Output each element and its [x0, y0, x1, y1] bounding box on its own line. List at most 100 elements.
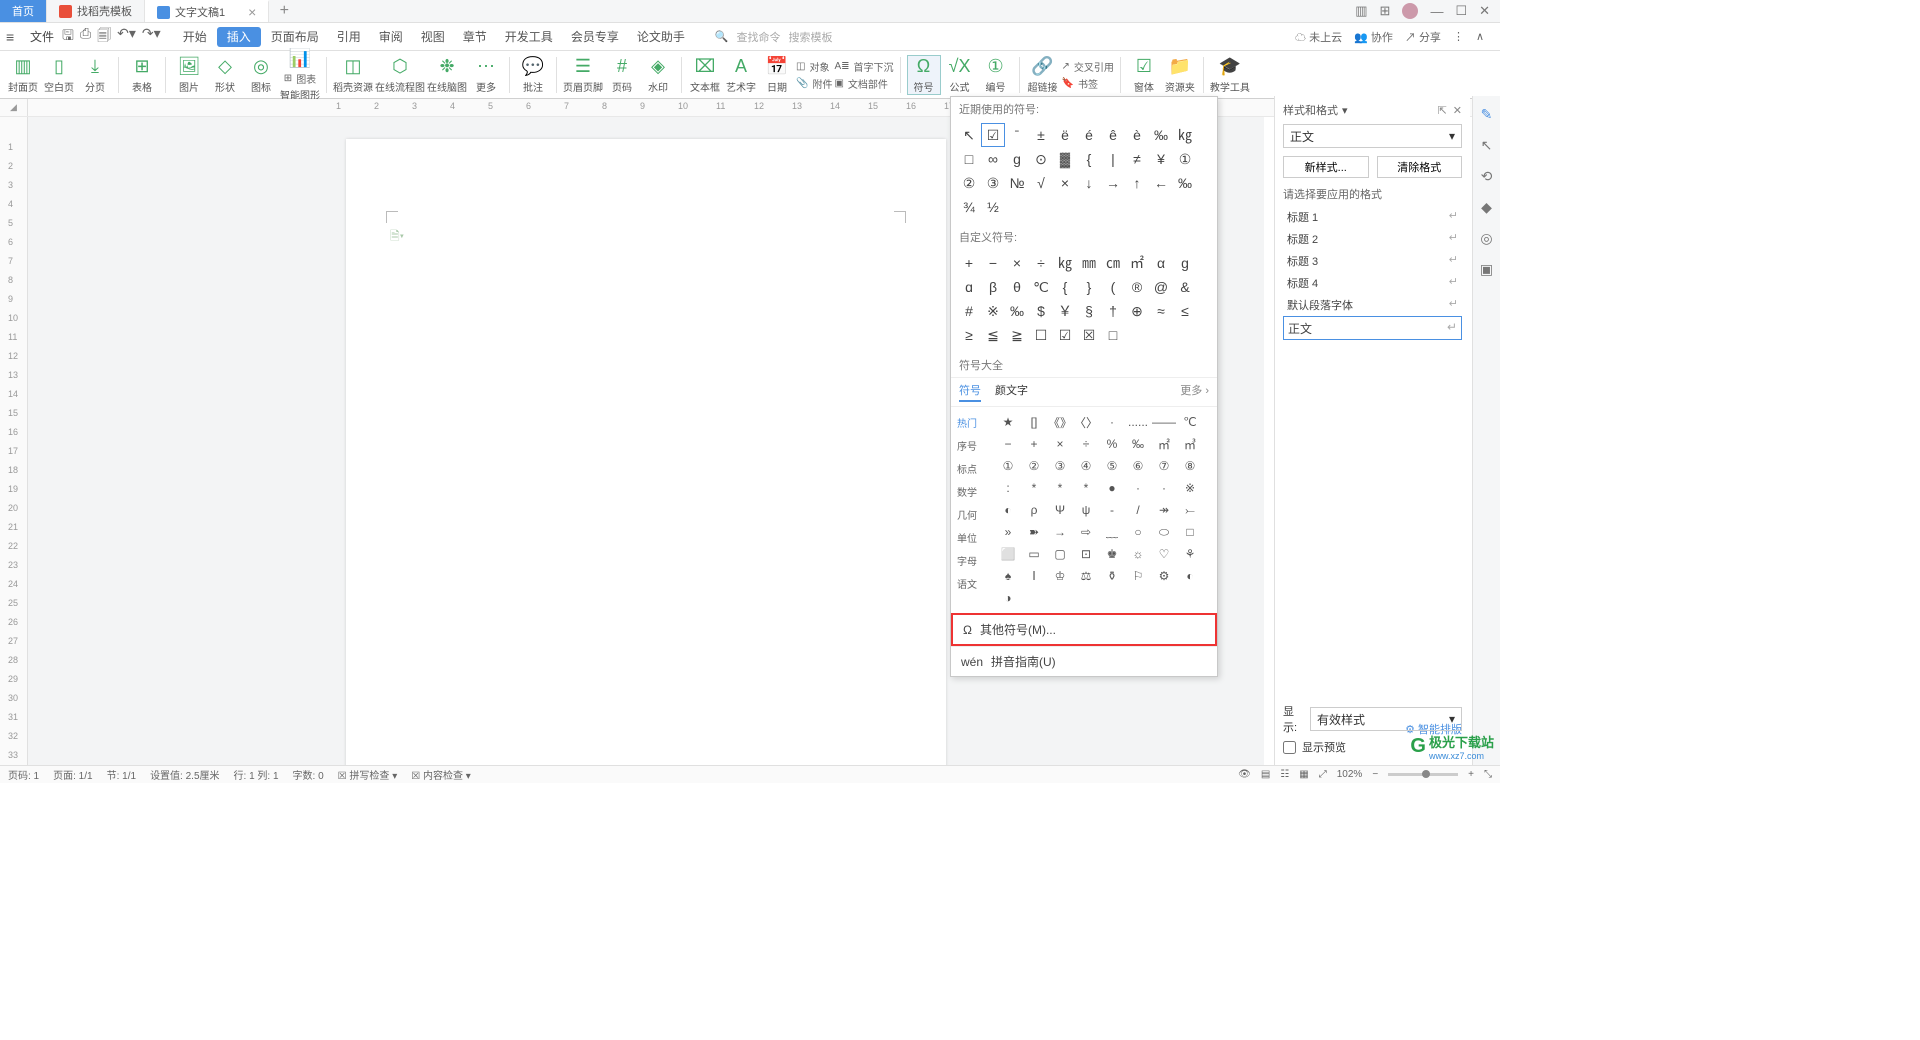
symbol-cell[interactable]: θ [1005, 275, 1029, 299]
symbol-cell[interactable]: ÷ [1029, 251, 1053, 275]
save-icon[interactable]: 🖫 [62, 25, 74, 49]
symbol-cell[interactable]: } [1077, 275, 1101, 299]
symbol-cell[interactable]: è [1125, 123, 1149, 147]
symbol-cell[interactable]: ɡ [1005, 147, 1029, 171]
rb-headerfooter[interactable]: ☰页眉页脚 [563, 56, 603, 94]
symbol-cell[interactable]: ℃ [1177, 411, 1203, 433]
symbol-cell[interactable]: ※ [1177, 477, 1203, 499]
tab-templates[interactable]: 找稻壳模板 [47, 0, 145, 22]
symbol-cell[interactable]: % [1099, 433, 1125, 455]
symbol-cell[interactable]: ψ [1073, 499, 1099, 521]
symbol-cell[interactable]: → [1047, 521, 1073, 543]
grid-icon[interactable]: ⊞ [1380, 3, 1391, 19]
symbol-cell[interactable]: − [981, 251, 1005, 275]
symbol-cell[interactable]: ⑤ [1099, 455, 1125, 477]
maximize-icon[interactable]: ☐ [1455, 3, 1467, 19]
rb-pagenum[interactable]: #页码 [605, 56, 639, 94]
rb-docparts[interactable]: A≣ 首字下沉▣ 文档部件 [834, 59, 893, 91]
rb-image[interactable]: 🖼图片 [172, 56, 206, 94]
search-template[interactable]: 搜索模板 [789, 29, 833, 45]
avatar-icon[interactable] [1402, 3, 1418, 19]
symbol-cell[interactable]: | [1101, 147, 1125, 171]
symbol-cell[interactable]: ★ [995, 411, 1021, 433]
symbol-cell[interactable]: ㎡ [1125, 251, 1149, 275]
symbol-cell[interactable]: ⚙ [1151, 565, 1177, 587]
menutab-layout[interactable]: 页面布局 [263, 23, 327, 51]
rb-hyperlink[interactable]: 🔗超链接 [1026, 56, 1060, 94]
symbol-cell[interactable]: ⑧ [1177, 455, 1203, 477]
style-list-item[interactable]: 标题 4↵ [1283, 272, 1462, 294]
rb-watermark[interactable]: ◈水印 [641, 56, 675, 94]
symbol-cell[interactable]: · [1099, 411, 1125, 433]
menutab-view[interactable]: 视图 [413, 23, 453, 51]
show-preview-checkbox[interactable] [1283, 741, 1296, 754]
symbol-category[interactable]: 单位 [951, 526, 991, 549]
symbol-cell[interactable]: ≦ [981, 323, 1005, 347]
symbol-cell[interactable]: ① [1173, 147, 1197, 171]
file-menu[interactable]: 文件 [30, 28, 54, 45]
rb-icon[interactable]: ◎图标 [244, 56, 278, 94]
symbol-cell[interactable]: · [1151, 477, 1177, 499]
symbol-cell[interactable]: ↖ [957, 123, 981, 147]
rb-teaching[interactable]: 🎓教学工具 [1210, 56, 1250, 94]
symbol-cell[interactable]: 《》 [1047, 411, 1073, 433]
rb-resources[interactable]: 📁资源夹 [1163, 56, 1197, 94]
symbol-cell[interactable]: □ [1177, 521, 1203, 543]
symbol-cell[interactable]: [] [1021, 411, 1047, 433]
symbol-cell[interactable]: ☐ [1029, 323, 1053, 347]
status-pos[interactable]: 设置值: 2.5厘米 [150, 767, 219, 782]
rb-blank[interactable]: ▯空白页 [42, 56, 76, 94]
other-symbols-menuitem[interactable]: Ω其他符号(M)... [951, 613, 1217, 646]
zoom-in-icon[interactable]: + [1468, 769, 1474, 780]
symbol-category[interactable]: 标点 [951, 457, 991, 480]
symbol-cell[interactable]: □ [1101, 323, 1125, 347]
symbol-cell[interactable]: ① [995, 455, 1021, 477]
symbol-cell[interactable]: ▓ [1053, 147, 1077, 171]
symbol-cell[interactable]: ≠ [1125, 147, 1149, 171]
search-command[interactable]: 查找命令 [737, 29, 781, 45]
menutab-vip[interactable]: 会员专享 [563, 23, 627, 51]
rb-flowchart[interactable]: ⬡在线流程图 [375, 56, 425, 94]
symbol-cell[interactable]: ↓ [1077, 171, 1101, 195]
fit-page-icon[interactable]: ⤢ [1319, 769, 1327, 780]
symbol-cell[interactable]: ⚖ [1073, 565, 1099, 587]
symbol-cell[interactable]: : [995, 477, 1021, 499]
view-print-icon[interactable]: ▤ [1261, 769, 1270, 780]
symbol-cell[interactable]: ➽ [1021, 521, 1047, 543]
symbol-cell[interactable]: ㎡ [1151, 433, 1177, 455]
symbol-cell[interactable]: ≧ [1005, 323, 1029, 347]
symbol-cell[interactable]: ◐ [1177, 565, 1203, 587]
status-section[interactable]: 节: 1/1 [107, 767, 136, 782]
rb-table[interactable]: ⊞表格 [125, 56, 159, 94]
symbol-category[interactable]: 几何 [951, 503, 991, 526]
symbol-cell[interactable]: + [957, 251, 981, 275]
style-list-item[interactable]: 正文↵ [1283, 316, 1462, 340]
vertical-ruler[interactable]: 1234567891011121314151617181920212223242… [0, 117, 28, 765]
symtab-symbols[interactable]: 符号 [959, 382, 981, 402]
symbol-cell[interactable]: ë [1053, 123, 1077, 147]
symbol-cell[interactable]: □ [957, 147, 981, 171]
rb-equation[interactable]: √X公式 [943, 56, 977, 94]
symbol-cell[interactable]: ‰ [1125, 433, 1151, 455]
rb-attach[interactable]: ◫ 对象📎 附件 [796, 59, 832, 91]
symbol-cell[interactable]: ﹏ [1099, 521, 1125, 543]
redo-icon[interactable]: ↷▾ [142, 25, 161, 49]
symbol-cell[interactable]: ㎜ [1077, 251, 1101, 275]
cloud-status[interactable]: ☁ 未上云 [1295, 29, 1342, 45]
symbol-cell[interactable]: ⚐ [1125, 565, 1151, 587]
symbol-cell[interactable]: ④ [1073, 455, 1099, 477]
symbol-cell[interactable]: ℃ [1029, 275, 1053, 299]
symbol-cell[interactable]: ˉ [1005, 123, 1029, 147]
symbol-cell[interactable]: ¥ [1149, 147, 1173, 171]
symbol-cell[interactable]: ↑ [1125, 171, 1149, 195]
rb-textbox[interactable]: ⌧文本框 [688, 56, 722, 94]
symbol-cell[interactable]: ∞ [981, 147, 1005, 171]
symbol-cell[interactable]: - [1099, 499, 1125, 521]
symbol-cell[interactable]: × [1047, 433, 1073, 455]
symbol-cell[interactable]: ≈ [1149, 299, 1173, 323]
symbol-cell[interactable]: ▢ [1047, 543, 1073, 565]
pane-close-icon[interactable]: ✕ [1453, 104, 1462, 117]
symbol-cell[interactable]: ⇨ [1073, 521, 1099, 543]
symbol-cell[interactable]: ③ [981, 171, 1005, 195]
symbol-cell[interactable]: 〈〉 [1073, 411, 1099, 433]
